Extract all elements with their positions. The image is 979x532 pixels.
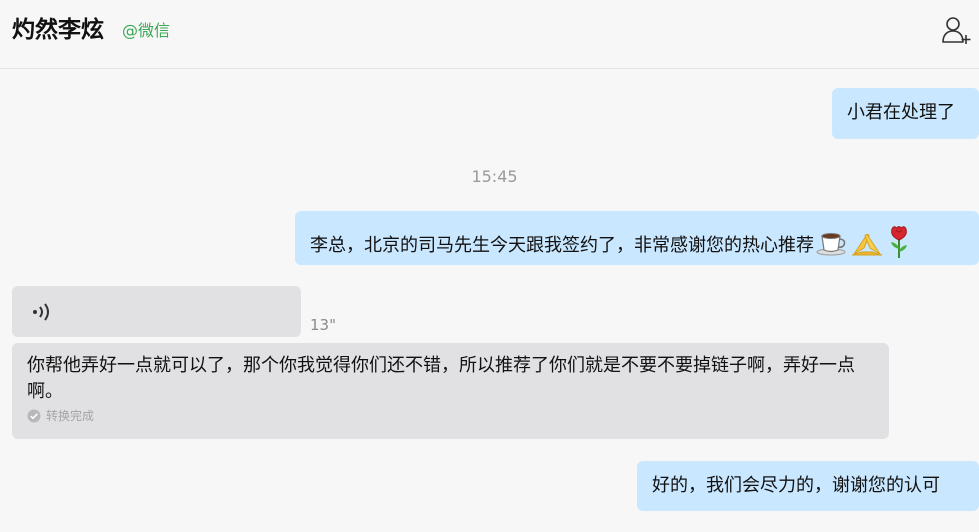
message-bubble-sent[interactable]: 李总，北京的司马先生今天跟我签约了，非常感谢您的热心推荐 [295,211,979,265]
add-user-icon[interactable] [940,15,974,45]
message-bubble-sent[interactable]: 好的，我们会尽力的，谢谢您的认可 [637,461,979,511]
contact-name: 灼然李炫 [12,17,104,43]
chat-header: 灼然李炫 @微信 [0,0,979,69]
source-label: @微信 [122,21,171,40]
rose-emoji-icon [886,225,912,267]
transcript-status-label: 转换完成 [46,409,95,423]
check-circle-icon [27,409,41,423]
message-bubble-sent[interactable]: 小君在处理了 [832,88,979,139]
message-text: 好的，我们会尽力的，谢谢您的认可 [652,475,940,496]
timestamp: 15:45 [471,167,518,186]
transcript-bubble[interactable]: 你帮他弄好一点就可以了，那个你我觉得你们还不错，所以推荐了你们就是不要不要掉链子… [12,343,889,439]
folded-hands-emoji-icon [850,228,884,264]
voice-message-bubble[interactable] [12,286,301,337]
voice-wave-icon [33,303,49,321]
voice-duration: 13" [310,316,336,334]
transcript-text: 你帮他弄好一点就可以了，那个你我觉得你们还不错，所以推荐了你们就是不要不要掉链子… [27,355,855,402]
message-text: 李总，北京的司马先生今天跟我签约了，非常感谢您的热心推荐 [310,235,814,256]
coffee-emoji-icon [816,228,848,264]
message-text: 小君在处理了 [847,102,955,123]
transcript-status: 转换完成 [27,408,889,424]
